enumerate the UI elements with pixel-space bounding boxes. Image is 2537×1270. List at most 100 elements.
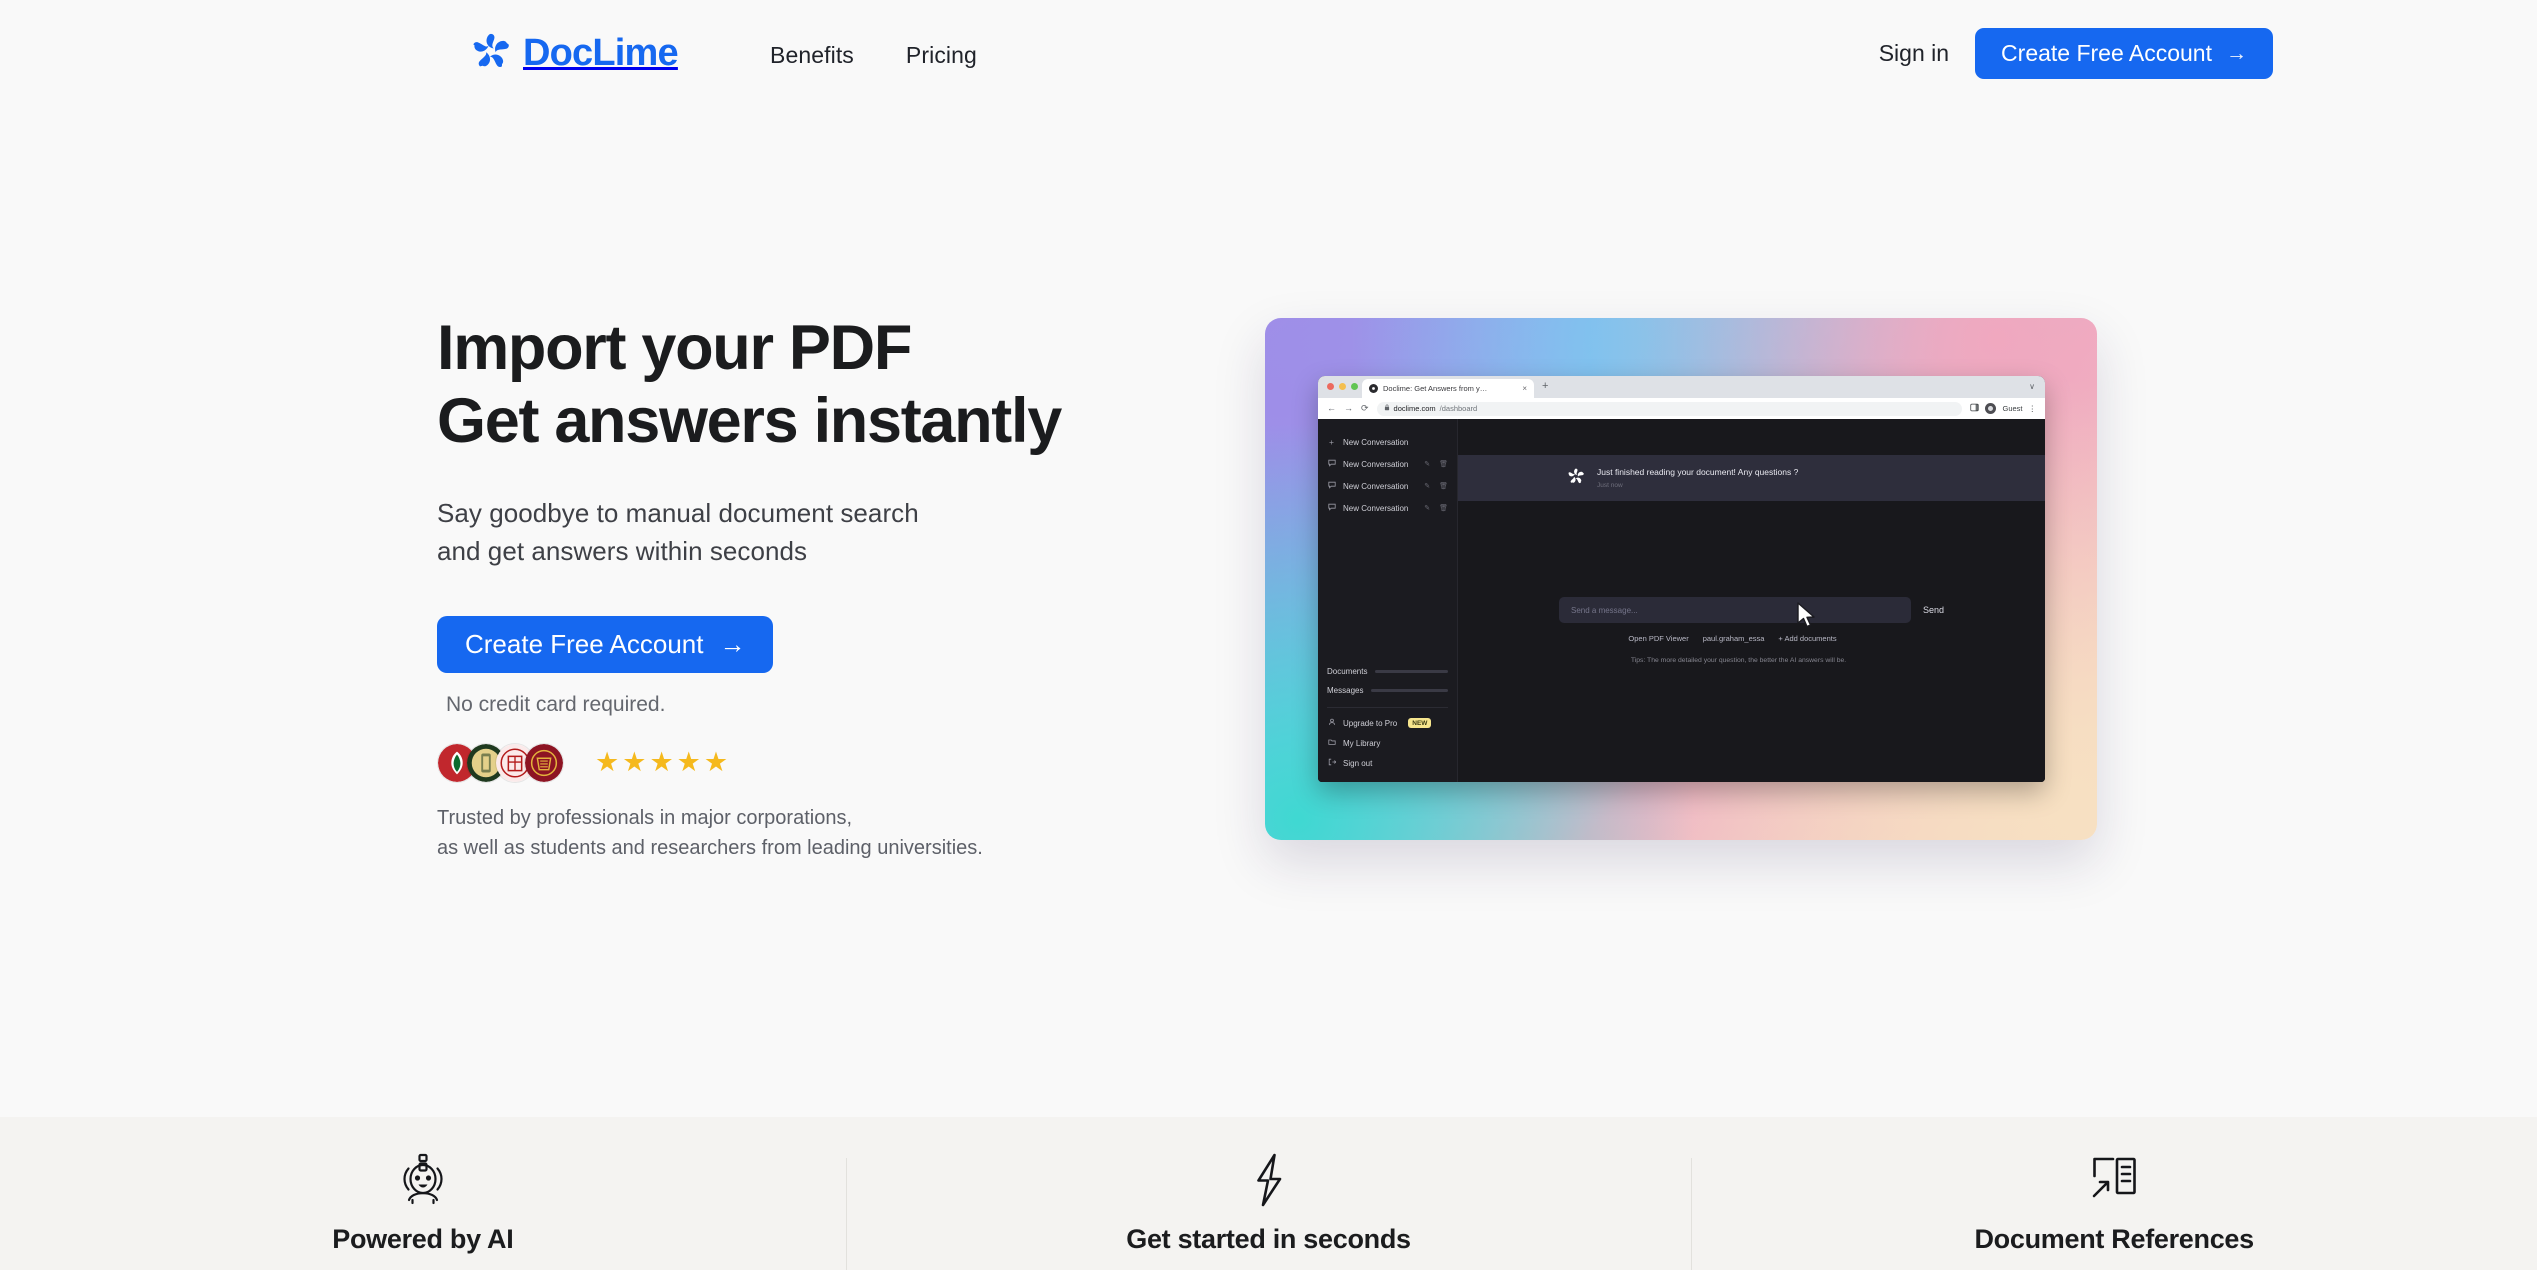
hero-title-line-2: Get answers instantly	[437, 386, 1062, 457]
sidebar-footer: Documents Messages Upgrade to Pro NEW My…	[1318, 662, 1457, 773]
sidepanel-icon[interactable]	[1970, 403, 1980, 414]
sidebar-divider	[1327, 707, 1448, 708]
edit-icon[interactable]: ✎	[1424, 504, 1430, 512]
send-button[interactable]: Send	[1923, 605, 1944, 615]
chat-panel: Just finished reading your document! Any…	[1458, 419, 2045, 782]
profile-label: Guest	[2002, 404, 2023, 413]
brand-name: DocLime	[523, 32, 679, 74]
edit-icon[interactable]: ✎	[1424, 482, 1430, 490]
hero-subtitle-line-2: and get answers within seconds	[437, 535, 808, 566]
assistant-message-text: Just finished reading your document! Any…	[1597, 467, 1799, 477]
hero-create-free-account-button[interactable]: Create Free Account →	[437, 615, 774, 673]
sidebar-item-my-library[interactable]: My Library	[1327, 733, 1448, 753]
message-input[interactable]: Send a message...	[1558, 597, 1911, 623]
messages-meter-label: Messages	[1327, 686, 1364, 695]
composer-tip-text: Tips: The more detailed your question, t…	[1630, 657, 1847, 664]
new-conversation-button[interactable]: + New Conversation	[1318, 431, 1457, 453]
hero-subtitle-line-1: Say goodbye to manual document search	[437, 498, 919, 529]
robot-icon	[395, 1150, 451, 1208]
product-screenshot-frame: Doclime: Get Answers from y… × + ∨ ← → ⟳…	[1265, 318, 2097, 840]
mouse-cursor-icon	[1795, 601, 1817, 629]
my-library-label: My Library	[1343, 738, 1381, 748]
chevron-down-icon[interactable]: ∨	[2029, 382, 2035, 391]
new-conversation-label: New Conversation	[1343, 437, 1409, 447]
feature-document-references: Document References	[1691, 1150, 2537, 1270]
hero-title-line-1: Import your PDF	[437, 313, 912, 383]
page-title: Import your PDF Get answers instantly	[437, 312, 1257, 458]
feature-label: Powered by AI	[332, 1224, 514, 1254]
delete-icon[interactable]: 🗑	[1439, 482, 1448, 490]
url-path: /dashboard	[1439, 404, 1478, 413]
university-seals	[437, 742, 564, 783]
brand-logo-link[interactable]: DocLime	[468, 30, 679, 76]
harvard-seal-icon	[524, 742, 564, 783]
nav-actions: Sign in Create Free Account →	[1879, 28, 2273, 79]
conversation-list-item[interactable]: New Conversation ✎ 🗑	[1318, 497, 1457, 519]
chat-bubble-icon	[1327, 459, 1336, 469]
feature-label: Document References	[1974, 1224, 2254, 1254]
minimize-window-dot[interactable]	[1339, 383, 1346, 390]
url-input[interactable]: doclime.com/dashboard	[1376, 401, 1963, 416]
delete-icon[interactable]: 🗑	[1439, 504, 1448, 512]
documents-meter-bar	[1375, 670, 1448, 673]
browser-address-bar: ← → ⟳ doclime.com/dashboard Guest ⋮	[1318, 398, 2045, 419]
features-row: Powered by AI Get started in seconds Doc…	[0, 1150, 2537, 1270]
no-credit-card-note: No credit card required.	[446, 692, 666, 716]
sign-out-label: Sign out	[1343, 758, 1373, 768]
feature-label: Get started in seconds	[1126, 1224, 1411, 1254]
browser-menu-icon[interactable]: ⋮	[2029, 404, 2037, 413]
add-documents-button[interactable]: + Add documents	[1778, 634, 1836, 643]
attached-document-chip[interactable]: paul.graham_essa	[1703, 634, 1765, 643]
window-controls	[1327, 383, 1358, 390]
social-proof-row: ★ ★ ★ ★ ★	[437, 742, 1257, 783]
close-window-dot[interactable]	[1327, 383, 1334, 390]
plus-icon: +	[1778, 634, 1783, 643]
landing-page: DocLime Benefits Pricing Sign in Create …	[0, 0, 2537, 1270]
doclime-spiral-logo-icon	[468, 30, 514, 76]
star-icon: ★	[595, 747, 620, 778]
signout-icon	[1327, 758, 1336, 768]
nav-create-free-account-button[interactable]: Create Free Account →	[1975, 28, 2273, 79]
conversation-list-item[interactable]: New Conversation ✎ 🗑	[1318, 475, 1457, 497]
reload-icon[interactable]: ⟳	[1361, 404, 1369, 413]
close-tab-icon[interactable]: ×	[1522, 384, 1527, 393]
sign-in-link[interactable]: Sign in	[1879, 40, 1949, 67]
hero-content: Import your PDF Get answers instantly Sa…	[437, 312, 1257, 863]
sidebar-item-sign-out[interactable]: Sign out	[1327, 753, 1448, 773]
conversation-title: New Conversation	[1343, 481, 1409, 491]
nav-link-pricing[interactable]: Pricing	[906, 42, 977, 69]
chat-bubble-icon	[1327, 481, 1336, 491]
trust-text-line-1: Trusted by professionals in major corpor…	[437, 806, 852, 829]
maximize-window-dot[interactable]	[1351, 383, 1358, 390]
forward-icon[interactable]: →	[1344, 404, 1353, 413]
message-composer: Send a message... Send Open PDF Viewer p…	[1458, 597, 2045, 664]
doclime-spiral-logo-icon	[1566, 467, 1586, 487]
delete-icon[interactable]: 🗑	[1439, 460, 1448, 468]
browser-tab[interactable]: Doclime: Get Answers from y… ×	[1362, 379, 1534, 398]
composer-row: Send a message... Send	[1558, 597, 1944, 623]
arrow-right-icon: →	[719, 628, 746, 659]
user-icon	[1327, 718, 1336, 728]
sidebar-item-upgrade-to-pro[interactable]: Upgrade to Pro NEW	[1327, 713, 1448, 733]
browser-window-mockup: Doclime: Get Answers from y… × + ∨ ← → ⟳…	[1318, 376, 2045, 782]
trust-text-line-2: as well as students and researchers from…	[437, 836, 983, 859]
star-icon: ★	[676, 747, 701, 778]
top-navigation-bar: DocLime Benefits Pricing Sign in Create …	[0, 0, 2537, 118]
hero-cta-label: Create Free Account	[465, 628, 704, 659]
documents-meter-label: Documents	[1327, 667, 1368, 676]
assistant-message: Just finished reading your document! Any…	[1458, 455, 2045, 502]
new-tab-icon[interactable]: +	[1542, 381, 1548, 392]
documents-usage-meter: Documents	[1327, 662, 1448, 681]
edit-icon[interactable]: ✎	[1424, 460, 1430, 468]
arrow-right-icon: →	[2226, 42, 2247, 65]
rating-stars: ★ ★ ★ ★ ★	[595, 749, 728, 776]
open-pdf-viewer-button[interactable]: Open PDF Viewer	[1628, 634, 1688, 643]
avatar[interactable]	[1985, 403, 1997, 414]
back-icon[interactable]: ←	[1327, 404, 1336, 413]
browser-toolbar-right: Guest ⋮	[1970, 403, 2036, 414]
nav-link-benefits[interactable]: Benefits	[770, 42, 854, 69]
lightning-bolt-icon	[1241, 1150, 1297, 1208]
folder-icon	[1327, 738, 1336, 748]
conversation-list-item[interactable]: New Conversation ✎ 🗑	[1318, 453, 1457, 475]
browser-tab-strip: Doclime: Get Answers from y… × + ∨	[1318, 376, 2045, 398]
